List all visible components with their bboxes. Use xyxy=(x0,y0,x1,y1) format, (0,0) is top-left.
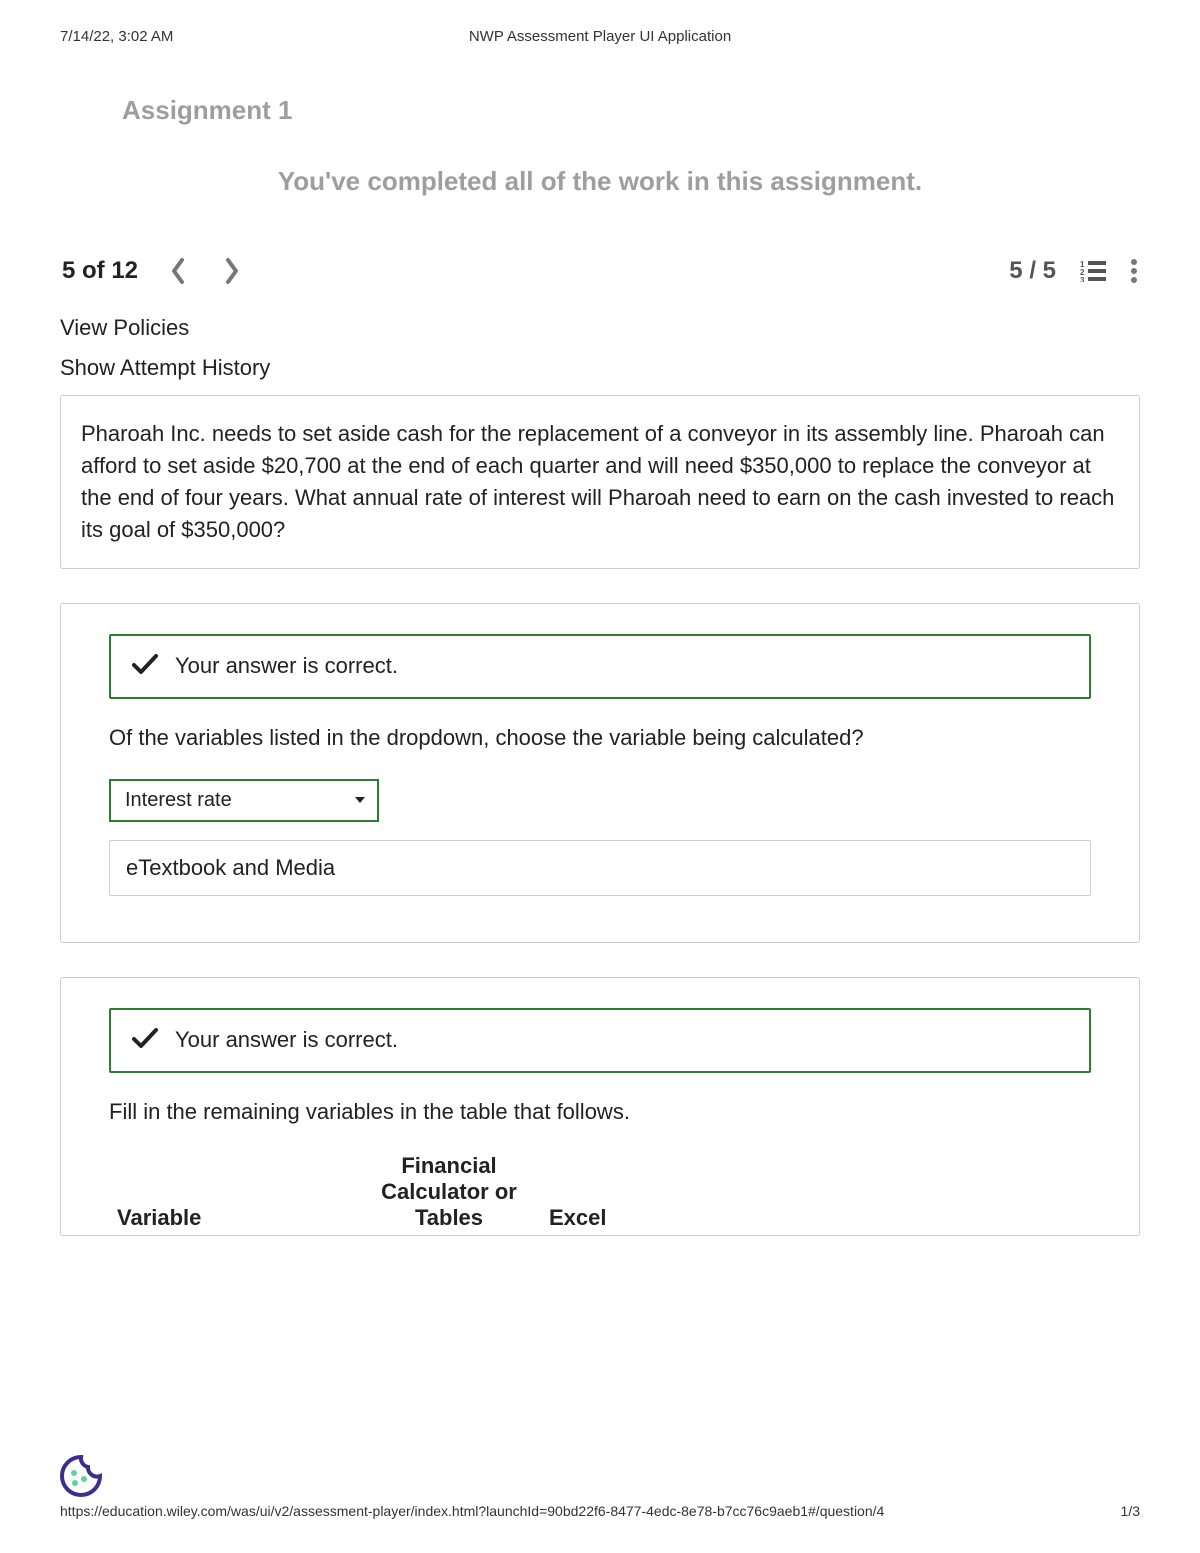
view-policies-link[interactable]: View Policies xyxy=(60,315,1140,341)
chevron-down-icon xyxy=(353,793,367,807)
more-menu-button[interactable] xyxy=(1130,258,1138,284)
print-header: 7/14/22, 3:02 AM NWP Assessment Player U… xyxy=(0,0,1200,45)
print-timestamp: 7/14/22, 3:02 AM xyxy=(60,28,260,45)
th-variable: Variable xyxy=(109,1153,369,1231)
part1-prompt: Of the variables listed in the dropdown,… xyxy=(109,725,1091,751)
part2-card: Your answer is correct. Fill in the rema… xyxy=(60,977,1140,1236)
select-value: Interest rate xyxy=(125,789,232,812)
question-list-button[interactable]: 1 2 3 xyxy=(1080,260,1106,282)
th-financial: Financial Calculator or Tables xyxy=(369,1153,529,1231)
correct-message: Your answer is correct. xyxy=(175,653,398,679)
th-excel: Excel xyxy=(529,1153,639,1231)
score-display: 5 / 5 xyxy=(1009,257,1056,285)
assignment-title: Assignment 1 xyxy=(122,95,1140,126)
cookie-icon xyxy=(58,1453,104,1499)
cookie-settings-button[interactable] xyxy=(58,1453,104,1499)
question-card: Pharoah Inc. needs to set aside cash for… xyxy=(60,395,1140,569)
part2-prompt: Fill in the remaining variables in the t… xyxy=(109,1099,1091,1125)
check-icon xyxy=(131,1026,159,1055)
correct-banner: Your answer is correct. xyxy=(109,634,1091,699)
part1-card: Your answer is correct. Of the variables… xyxy=(60,603,1140,943)
question-nav-bar: 5 of 12 5 / 5 1 2 3 xyxy=(60,257,1140,285)
question-text: Pharoah Inc. needs to set aside cash for… xyxy=(81,418,1119,546)
next-question-button[interactable] xyxy=(218,257,246,285)
svg-text:3: 3 xyxy=(1080,276,1085,282)
correct-message: Your answer is correct. xyxy=(175,1027,398,1053)
question-counter: 5 of 12 xyxy=(62,257,138,285)
footer-page: 1/3 xyxy=(1121,1503,1140,1519)
etextbook-media-link[interactable]: eTextbook and Media xyxy=(109,840,1091,896)
more-vertical-icon xyxy=(1130,258,1138,284)
print-footer: https://education.wiley.com/was/ui/v2/as… xyxy=(60,1503,1140,1519)
footer-url: https://education.wiley.com/was/ui/v2/as… xyxy=(60,1503,884,1519)
print-title: NWP Assessment Player UI Application xyxy=(260,28,940,45)
variable-select[interactable]: Interest rate xyxy=(109,779,379,822)
list-icon: 1 2 3 xyxy=(1080,260,1106,282)
completion-message: You've completed all of the work in this… xyxy=(60,166,1140,197)
attempt-history-link[interactable]: Show Attempt History xyxy=(60,355,1140,381)
chevron-right-icon xyxy=(224,258,240,284)
chevron-left-icon xyxy=(170,258,186,284)
variable-table-header: Variable Financial Calculator or Tables … xyxy=(109,1153,1091,1231)
correct-banner: Your answer is correct. xyxy=(109,1008,1091,1073)
prev-question-button[interactable] xyxy=(164,257,192,285)
check-icon xyxy=(131,652,159,681)
